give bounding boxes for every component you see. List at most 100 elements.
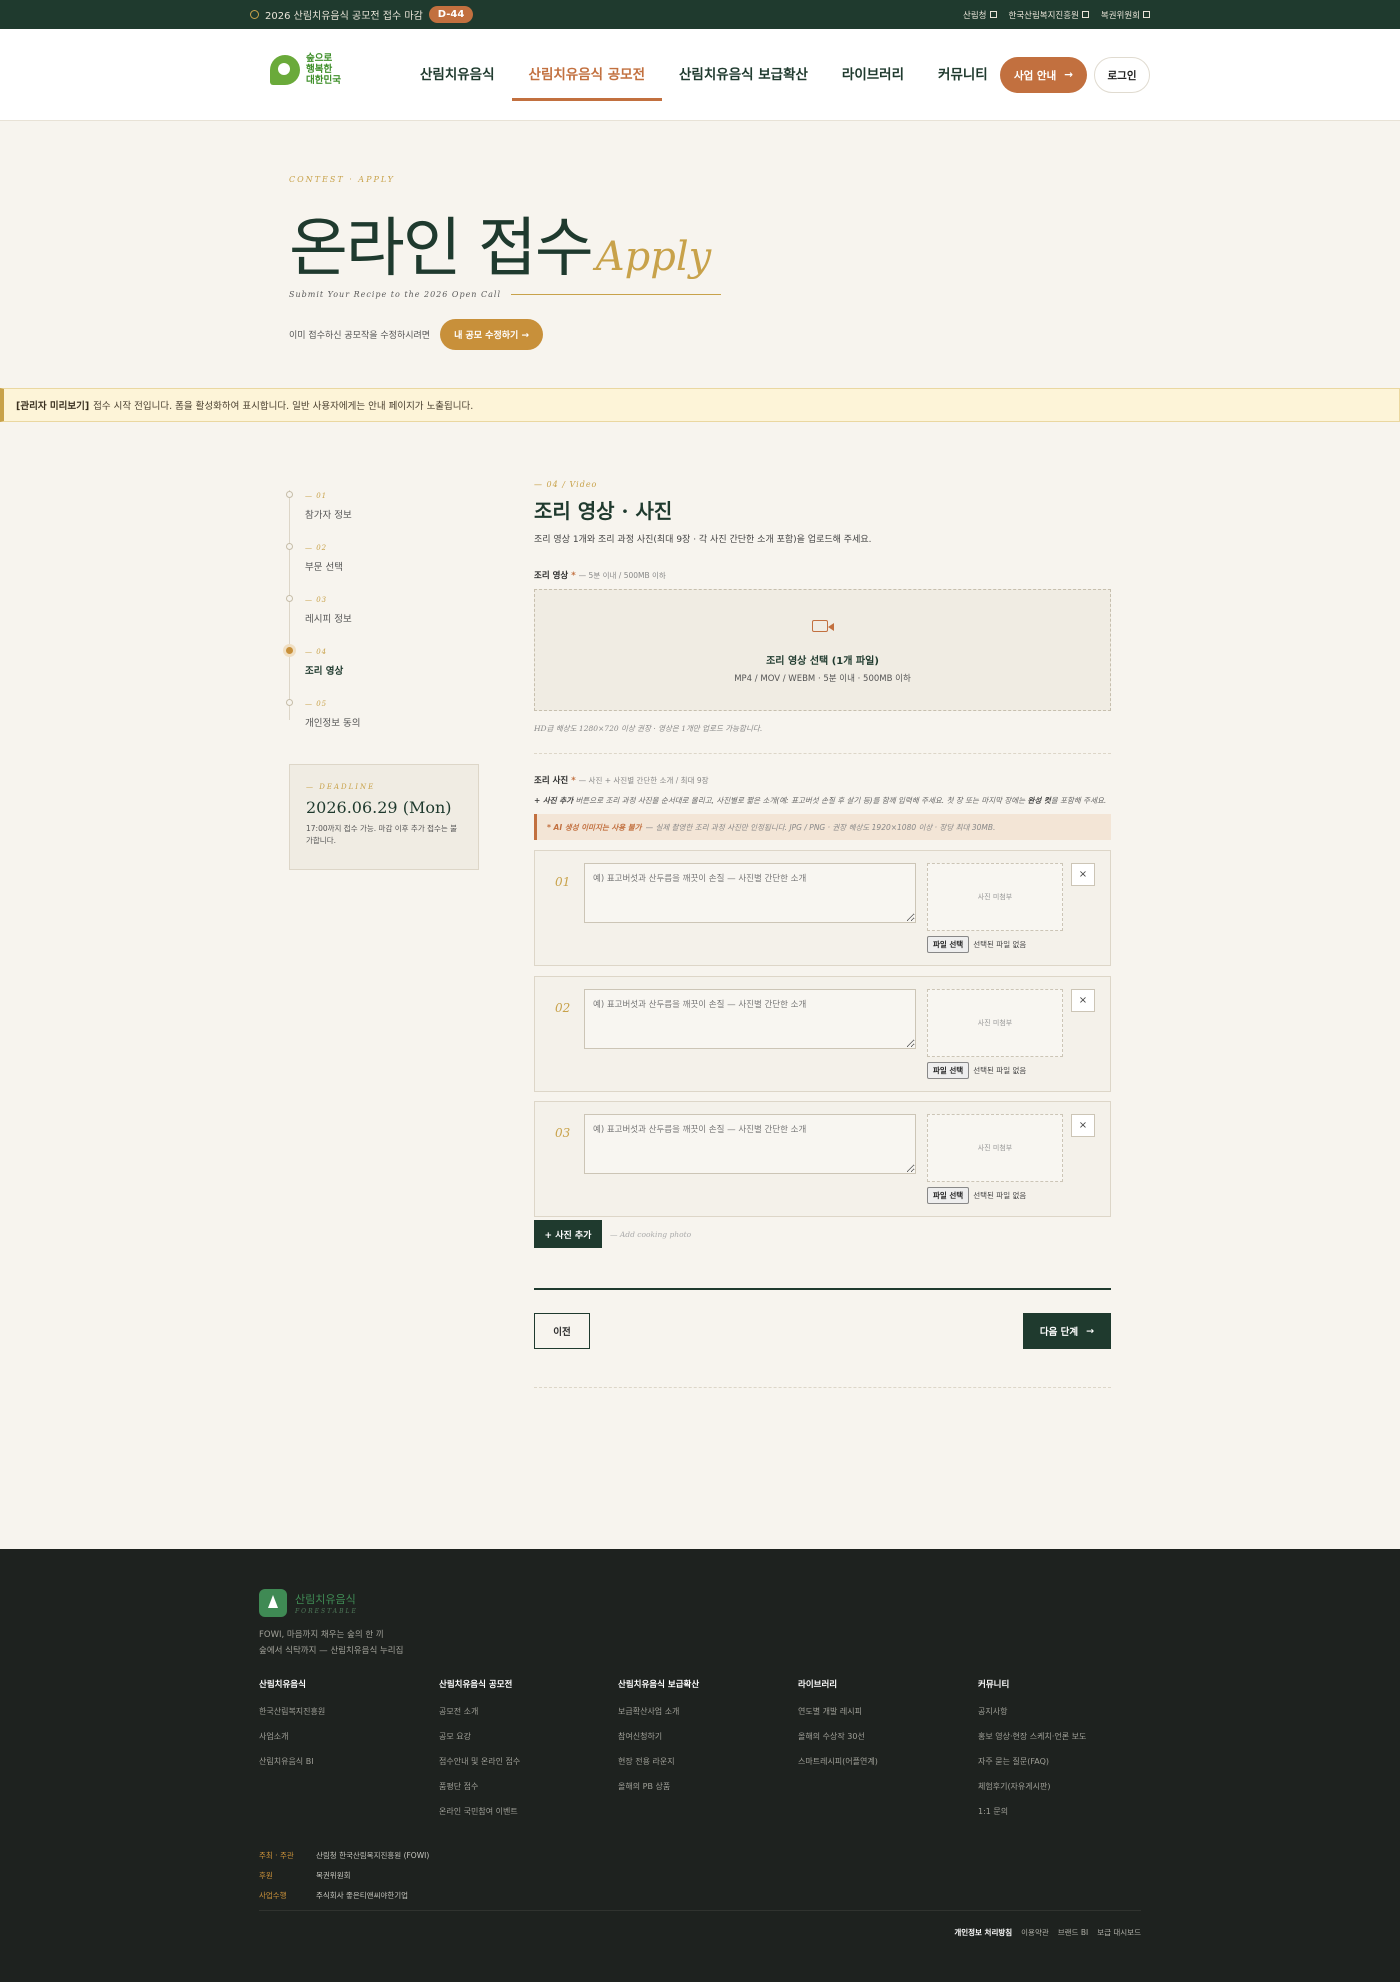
footer-link[interactable]: 품평단 접수 <box>439 1781 609 1792</box>
dashboard-link[interactable]: 보급 대시보드 <box>1097 1927 1141 1938</box>
divider <box>534 1288 1111 1290</box>
footer-link[interactable]: 공모 요강 <box>439 1731 609 1742</box>
footer-link[interactable]: 한국산림복지진흥원 <box>259 1706 429 1717</box>
footer-link[interactable]: 보급확산사업 소개 <box>618 1706 788 1717</box>
nav-contest[interactable]: 산림치유음식 공모전 <box>511 29 663 121</box>
footer-link[interactable]: 공모전 소개 <box>439 1706 609 1717</box>
footer-link[interactable]: 올해의 수상작 30선 <box>798 1731 968 1742</box>
external-link-icon <box>989 11 997 18</box>
footer-link[interactable]: 산림치유음식 BI <box>259 1756 429 1767</box>
footer-link[interactable]: 접수안내 및 온라인 접수 <box>439 1756 609 1767</box>
footer-col-library: 라이브러리 연도별 개발 레시피 올해의 수상작 30선 스마트레시피(어플연계… <box>798 1678 968 1781</box>
footer-link[interactable]: 자주 묻는 질문(FAQ) <box>978 1756 1148 1767</box>
photo-card: 03 사진 미첨부 파일 선택선택된 파일 없음 × <box>534 1101 1111 1217</box>
photo-label: 조리 사진 * — 사진 + 사진별 간단한 소개 / 최대 9장 <box>534 776 709 786</box>
site-logo[interactable]: 숲으로 행복한 대한민국 <box>270 51 350 87</box>
brand-bi-link[interactable]: 브랜드 BI <box>1058 1927 1088 1938</box>
footer-col-distribution: 산림치유음식 보급확산 보급확산사업 소개 참여신청하기 현장 전용 라운지 올… <box>618 1678 788 1806</box>
footer-link[interactable]: 올해의 PB 상품 <box>618 1781 788 1792</box>
page-subtitle: Submit Your Recipe to the 2026 Open Call <box>289 290 502 299</box>
remove-photo-button[interactable]: × <box>1071 1114 1095 1137</box>
photo-caption-input[interactable] <box>584 989 916 1049</box>
footer-link[interactable]: 1:1 문의 <box>978 1806 1148 1817</box>
step-4[interactable]: — 04 조리 영상 <box>286 636 488 677</box>
deadline-notice: 2026 산림치유음식 공모전 접수 마감 D-44 <box>250 0 474 29</box>
footer-col-forest-food: 산림치유음식 한국산림복지진흥원 사업소개 산림치유음식 BI <box>259 1678 429 1781</box>
site-footer: 산림치유음식 FORESTABLE FOWI, 마음까지 채우는 숲의 한 끼 … <box>0 1549 1400 1982</box>
photo-thumbnail: 사진 미첨부 <box>927 989 1063 1057</box>
video-camera-icon <box>812 620 834 632</box>
footer-link[interactable]: 홍보 영상·현장 스케치·언론 보도 <box>978 1731 1148 1742</box>
step-5[interactable]: — 05 개인정보 동의 <box>286 688 488 729</box>
divider <box>511 294 722 295</box>
arrow-right-icon: → <box>1064 69 1074 81</box>
hero: CONTEST · APPLY 온라인 접수 Apply Submit Your … <box>289 175 722 350</box>
photo-thumbnail: 사진 미첨부 <box>927 1114 1063 1182</box>
footer-link[interactable]: 온라인 국민참여 이벤트 <box>439 1806 609 1817</box>
nav-forest-food[interactable]: 산림치유음식 <box>403 29 512 121</box>
photo-card: 01 사진 미첨부 파일 선택선택된 파일 없음 × <box>534 850 1111 966</box>
edit-prompt: 이미 접수하신 공모작을 수정하시려면 <box>289 331 431 341</box>
main-nav: 산림치유음식 산림치유음식 공모전 산림치유음식 보급확산 라이브러리 커뮤니티 <box>403 29 1005 121</box>
next-step-button[interactable]: 다음 단계 → <box>1023 1313 1111 1349</box>
step-2[interactable]: — 02 부문 선택 <box>286 532 488 573</box>
footer-link[interactable]: 사업소개 <box>259 1731 429 1742</box>
logo-mark-icon <box>270 55 300 85</box>
external-link-icon <box>1143 11 1150 18</box>
footer-link[interactable]: 참여신청하기 <box>618 1731 788 1742</box>
footer-legal-links: 개인정보 처리방침 이용약관 브랜드 BI 보급 대시보드 <box>954 1927 1141 1938</box>
photo-caption-input[interactable] <box>584 863 916 923</box>
privacy-policy-link[interactable]: 개인정보 처리방침 <box>954 1927 1012 1938</box>
file-select-button[interactable]: 파일 선택 <box>927 1187 970 1204</box>
remove-photo-button[interactable]: × <box>1071 863 1095 886</box>
video-upload-dropzone[interactable]: 조리 영상 선택 (1개 파일) MP4 / MOV / WEBM · 5분 이… <box>534 589 1111 711</box>
file-select-button[interactable]: 파일 선택 <box>927 1062 970 1079</box>
prev-button[interactable]: 이전 <box>534 1313 590 1349</box>
photo-caption-input[interactable] <box>584 1114 916 1174</box>
file-status: 선택된 파일 없음 <box>973 1066 1027 1075</box>
notice-text: 2026 산림치유음식 공모전 접수 마감 <box>265 11 423 22</box>
video-photo-form: — 04 / Video 조리 영상 · 사진 조리 영상 1개와 조리 과정 … <box>534 480 1111 1388</box>
photo-card: 02 사진 미첨부 파일 선택선택된 파일 없음 × <box>534 976 1111 1092</box>
deadline-card: — DEADLINE 2026.06.29 (Mon) 17:00까지 접수 가… <box>289 764 479 870</box>
arrow-right-icon: → <box>1086 1325 1095 1337</box>
link-lottery-commission[interactable]: 복권위원회 <box>1101 9 1150 21</box>
footer-col-community: 커뮤니티 공지사항 홍보 영상·현장 스케치·언론 보도 자주 묻는 질문(FA… <box>978 1678 1148 1831</box>
footer-link[interactable]: 체험후기(자유게시판) <box>978 1781 1148 1792</box>
deadline-date: 2026.06.29 (Mon) <box>306 798 452 817</box>
dday-badge: D-44 <box>428 6 474 23</box>
link-fowi[interactable]: 한국산림복지진흥원 <box>1009 9 1089 21</box>
file-status: 선택된 파일 없음 <box>973 940 1027 949</box>
clock-icon <box>250 10 259 19</box>
add-photo-button[interactable]: + 사진 추가 <box>534 1220 602 1248</box>
site-header: 숲으로 행복한 대한민국 산림치유음식 산림치유음식 공모전 산림치유음식 보급… <box>0 29 1400 121</box>
video-note: HD급 해상도 1280×720 이상 권장 · 영상은 1개만 업로드 가능합… <box>534 724 763 733</box>
top-bar: 2026 산림치유음식 공모전 접수 마감 D-44 산림청 한국산림복지진흥원… <box>0 0 1400 29</box>
external-link-icon <box>1081 11 1089 18</box>
edit-submission-button[interactable]: 내 공모 수정하기 → <box>440 319 543 350</box>
terms-link[interactable]: 이용약관 <box>1021 1927 1049 1938</box>
login-button[interactable]: 로그인 <box>1094 57 1150 93</box>
file-select-button[interactable]: 파일 선택 <box>927 936 970 953</box>
step-1[interactable]: — 01 참가자 정보 <box>286 480 488 521</box>
step-indicator: — 01 참가자 정보 — 02 부문 선택 — 03 레시피 정보 — 04 조리 영… <box>286 480 488 730</box>
nav-distribution[interactable]: 산림치유음식 보급확산 <box>662 29 825 121</box>
step-3[interactable]: — 03 레시피 정보 <box>286 584 488 625</box>
footer-link[interactable]: 연도별 개발 레시피 <box>798 1706 968 1717</box>
nav-library[interactable]: 라이브러리 <box>825 29 921 121</box>
footer-col-contest: 산림치유음식 공모전 공모전 소개 공모 요강 접수안내 및 온라인 접수 품평… <box>439 1678 609 1831</box>
remove-photo-button[interactable]: × <box>1071 989 1095 1012</box>
photo-instructions: + 사진 추가 버튼으로 조리 과정 사진을 순서대로 올리고, 사진별로 짧은… <box>534 796 1107 805</box>
nav-community[interactable]: 커뮤니티 <box>921 29 1005 121</box>
page-title: 온라인 접수 Apply <box>289 212 712 286</box>
tree-icon <box>259 1589 287 1617</box>
breadcrumb: CONTEST · APPLY <box>289 175 395 184</box>
footer-link[interactable]: 스마트레시피(어플연계) <box>798 1756 968 1767</box>
divider <box>259 1910 1141 1911</box>
footer-link[interactable]: 현장 전용 라운지 <box>618 1756 788 1767</box>
business-guide-button[interactable]: 사업 안내 → <box>1000 57 1087 93</box>
link-forest-service[interactable]: 산림청 <box>963 9 997 21</box>
photo-thumbnail: 사진 미첨부 <box>927 863 1063 931</box>
footer-tagline: FOWI, 마음까지 채우는 숲의 한 끼 숲에서 식탁까지 — 산림치유음식 … <box>259 1630 404 1656</box>
footer-link[interactable]: 공지사항 <box>978 1706 1148 1717</box>
